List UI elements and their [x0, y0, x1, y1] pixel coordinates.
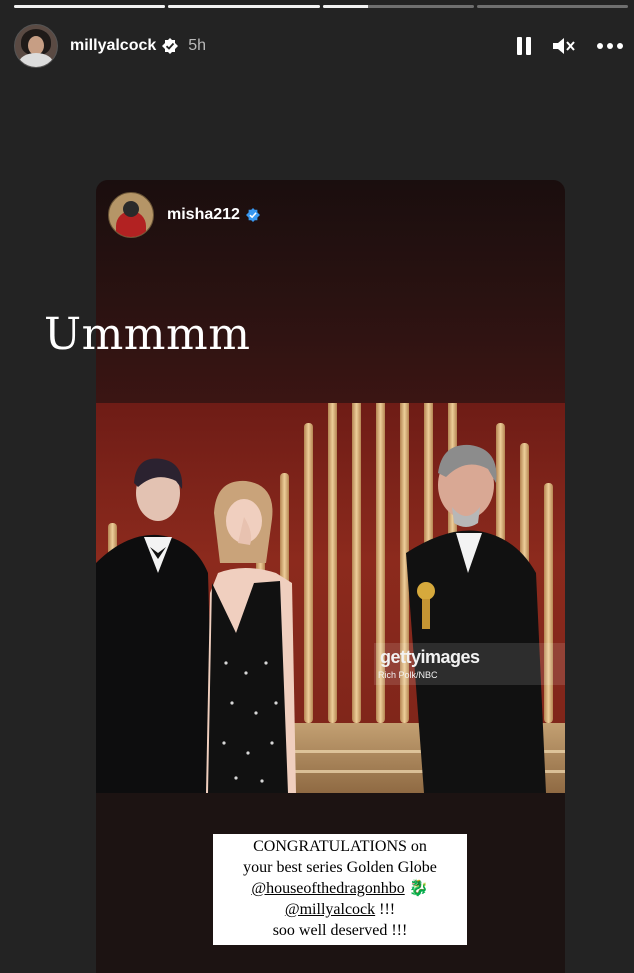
story-username[interactable]: millyalcock	[70, 37, 156, 55]
story-progress-bars	[14, 5, 628, 8]
progress-segment-3	[322, 5, 474, 8]
dragon-emoji-icon: 🐉	[408, 880, 429, 897]
verified-badge-icon	[245, 208, 260, 222]
mini-avatar-head	[123, 201, 139, 217]
mute-icon[interactable]	[552, 36, 576, 56]
mention-house-of-the-dragon[interactable]: @houseofthedragonhbo	[251, 880, 404, 897]
story-overlay-text: Ummmm	[44, 309, 251, 360]
more-options-icon[interactable]	[596, 42, 624, 50]
watermark-text: gettyimages	[380, 647, 480, 667]
caption-exclaim: !!!	[375, 901, 396, 918]
caption-line-3: @houseofthedragonhbo 🐉	[213, 878, 467, 899]
stage-light-stripe	[352, 403, 361, 723]
person-middle	[206, 480, 296, 793]
avatar[interactable]	[14, 24, 58, 68]
header-controls	[516, 36, 624, 56]
caption-line-5: soo well deserved !!!	[272, 922, 408, 939]
pause-icon[interactable]	[516, 36, 532, 56]
watermark-credit: Rich Polk/NBC	[378, 670, 438, 680]
progress-fill-3	[322, 5, 368, 8]
golden-globe-photo: gettyimages Rich Polk/NBC	[96, 403, 565, 793]
verified-badge-icon	[162, 38, 179, 54]
progress-fill-1	[14, 5, 166, 8]
progress-segment-1	[14, 5, 166, 8]
shared-post-avatar[interactable]	[108, 192, 154, 238]
story-header: millyalcock 5h	[14, 24, 624, 68]
progress-segment-4	[476, 5, 628, 8]
getty-watermark: gettyimages Rich Polk/NBC	[374, 643, 565, 685]
avatar-shirt	[19, 53, 53, 67]
caption-line-4: @millyalcock !!!	[213, 899, 467, 920]
stage-light-stripe	[328, 403, 337, 723]
caption-line-2: your best series Golden Globe	[243, 859, 437, 876]
shared-post-username[interactable]: misha212	[167, 206, 240, 224]
mention-millyalcock[interactable]: @millyalcock	[285, 901, 375, 918]
caption-box: CONGRATULATIONS on your best series Gold…	[213, 834, 467, 945]
person-right	[406, 444, 546, 793]
caption-line-1: CONGRATULATIONS on	[253, 838, 427, 855]
progress-segment-2	[168, 5, 320, 8]
progress-fill-2	[168, 5, 320, 8]
story-timestamp: 5h	[188, 37, 207, 54]
shared-post-header: misha212	[108, 192, 260, 238]
